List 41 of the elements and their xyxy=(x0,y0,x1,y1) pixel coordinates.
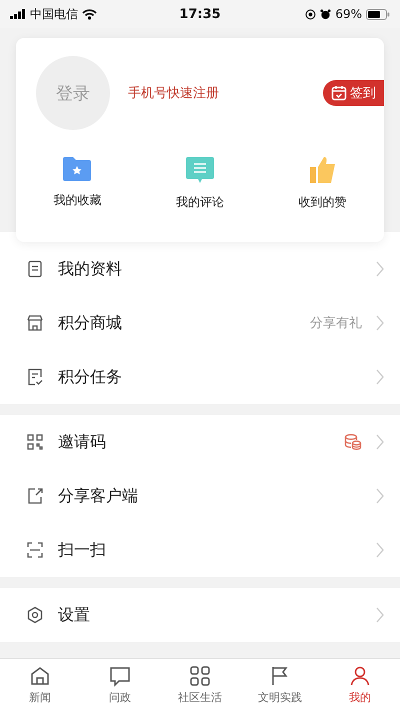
grid-icon xyxy=(189,665,211,687)
status-time: 17:35 xyxy=(179,6,221,22)
chevron-right-icon xyxy=(376,315,384,331)
register-link[interactable]: 手机号快速注册 xyxy=(128,84,305,102)
chevron-right-icon xyxy=(376,261,384,277)
tab-item[interactable]: 社区生活 xyxy=(160,659,240,711)
lock-rotation-icon xyxy=(305,8,316,20)
calendar-icon xyxy=(331,85,347,101)
scan-icon xyxy=(26,541,44,559)
folder-star-icon xyxy=(62,156,92,182)
home-icon xyxy=(29,665,51,687)
shortcut-button[interactable]: 收到的赞 xyxy=(272,156,373,211)
thumbs-up-icon xyxy=(308,156,338,184)
signal-icon xyxy=(10,9,26,19)
settings-icon xyxy=(26,606,44,624)
battery-icon xyxy=(366,8,390,20)
chevron-right-icon xyxy=(376,434,384,450)
alarm-icon xyxy=(320,8,332,20)
chevron-right-icon xyxy=(376,542,384,558)
battery-percent: 69% xyxy=(335,7,362,21)
shortcut-button[interactable]: 我的评论 xyxy=(150,156,250,211)
chevron-right-icon xyxy=(376,607,384,623)
chevron-right-icon xyxy=(376,369,384,385)
tab-item[interactable]: 我的 xyxy=(320,659,400,711)
shortcut-button[interactable]: 我的收藏 xyxy=(27,156,128,211)
promo-note: 分享有礼 xyxy=(310,315,362,332)
store-icon xyxy=(26,314,44,332)
share-icon xyxy=(26,487,44,505)
tab-item[interactable]: 新闻 xyxy=(0,659,80,711)
tab-item[interactable]: 问政 xyxy=(80,659,160,711)
document-icon xyxy=(26,260,44,278)
carrier-name: 中国电信 xyxy=(30,6,78,22)
chevron-right-icon xyxy=(376,488,384,504)
wifi-icon xyxy=(82,8,97,20)
checkin-button[interactable]: 签到 xyxy=(323,80,384,106)
chat-icon xyxy=(109,665,131,687)
qr-code-icon xyxy=(26,433,44,451)
checklist-icon xyxy=(26,368,44,386)
user-icon xyxy=(349,665,371,687)
tab-item[interactable]: 文明实践 xyxy=(240,659,320,711)
comment-icon xyxy=(184,156,215,184)
